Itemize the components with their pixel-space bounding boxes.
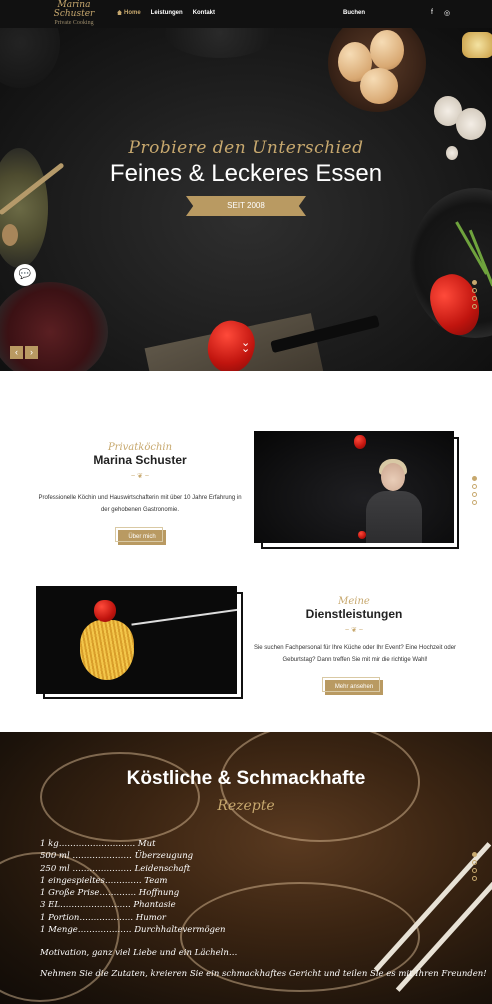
pan-decoration xyxy=(165,28,275,58)
ingredient-item: 1 Portion………………. Humor xyxy=(40,912,166,923)
chat-icon[interactable]: 💬 xyxy=(14,264,36,286)
slider-dot[interactable] xyxy=(472,304,477,309)
logo-line-2: Schuster xyxy=(53,9,95,19)
slider-prev-button[interactable]: ‹ xyxy=(10,346,23,359)
section-dot[interactable] xyxy=(472,860,477,865)
egg-bowl-decoration xyxy=(328,28,426,112)
recipe-closing: Nehmen Sie die Zutaten, kreieren Sie ein… xyxy=(40,969,487,979)
recipe-script-heading: Rezepte xyxy=(217,798,275,814)
services-text: Sie suchen Fachpersonal für Ihre Küche o… xyxy=(252,642,458,666)
ingredient-item: 3 EL……………………. Phantasie xyxy=(40,900,176,911)
pasta-decoration xyxy=(80,620,134,680)
services-title: Dienstleistungen xyxy=(305,607,403,621)
about-me-button[interactable]: Über mich xyxy=(115,527,166,545)
ingredient-list: 1 kg……………………… Mut 500 ml ………………… Überzeu… xyxy=(40,838,226,936)
section-dot[interactable] xyxy=(472,492,477,497)
egg xyxy=(360,68,398,104)
hero-title: Feines & Leckeres Essen xyxy=(109,160,383,187)
ingredient-item: 1 eingespieltes…………. Team xyxy=(40,875,168,886)
facebook-icon[interactable]: f xyxy=(431,9,433,16)
pan-decoration xyxy=(0,28,60,88)
top-navigation: Marina Schuster Private Cooking Home Lei… xyxy=(0,0,492,28)
pepper-decoration xyxy=(358,531,366,539)
menu-item-home[interactable]: Home xyxy=(117,10,141,16)
lemon-decoration xyxy=(462,32,492,58)
pasta-photo xyxy=(36,586,237,694)
slider-dot[interactable] xyxy=(472,296,477,301)
home-icon xyxy=(117,10,122,15)
section-dot[interactable] xyxy=(472,484,477,489)
fork-decoration xyxy=(131,608,237,626)
ingredient-item: 1 kg……………………… Mut xyxy=(40,839,156,849)
recipe-motto: Motivation, ganz viel Liebe und ein Läch… xyxy=(40,948,238,958)
ingredient-item: 1 Große Prise…………. Hoffnung xyxy=(40,888,180,899)
about-script-heading: Privatköchin xyxy=(107,442,173,453)
main-menu: Home Leistungen Kontakt xyxy=(117,10,215,16)
menu-item-leistungen[interactable]: Leistungen xyxy=(151,10,183,16)
instagram-icon[interactable]: ◎ xyxy=(444,9,450,17)
ornament-divider: ~ ❦ ~ xyxy=(131,473,149,480)
section-dot[interactable] xyxy=(472,868,477,873)
about-text: Professionelle Köchin und Hauswirtschaft… xyxy=(30,492,250,516)
chef-figure xyxy=(381,463,405,491)
slider-next-button[interactable]: › xyxy=(25,346,38,359)
ingredient-item: 250 ml ………………… Leidenschaft xyxy=(40,863,191,874)
services-text-line-2: Geburtstag? Dann treffen Sie mit mir die… xyxy=(282,657,428,663)
noodle-decoration xyxy=(40,752,200,842)
slider-dot[interactable] xyxy=(472,280,477,285)
ingredient-item: 500 ml ………………… Überzeugung xyxy=(40,851,194,862)
garlic-decoration xyxy=(456,108,486,140)
recipe-section: Köstliche & Schmackhafte Rezepte 1 kg………… xyxy=(0,732,492,1004)
about-text-line-1: Professionelle Köchin und Hauswirtschaft… xyxy=(38,495,242,501)
chef-figure xyxy=(366,491,422,543)
section-dot[interactable] xyxy=(472,476,477,481)
hero-script-heading: Probiere den Unterschied xyxy=(128,138,364,158)
section-dot[interactable] xyxy=(472,852,477,857)
ornament-divider: ~ ❦ ~ xyxy=(345,627,363,634)
section-dot[interactable] xyxy=(472,876,477,881)
slider-dot[interactable] xyxy=(472,288,477,293)
about-text-line-2: der gehobenen Gastronomie. xyxy=(100,507,180,513)
scroll-down-icon[interactable]: ⌄ ⌄ xyxy=(241,338,250,355)
recipe-title: Köstliche & Schmackhafte xyxy=(126,768,366,789)
services-text-line-1: Sie suchen Fachpersonal für Ihre Küche o… xyxy=(253,645,457,651)
hero-slider-dots xyxy=(472,280,477,309)
section-dot[interactable] xyxy=(472,500,477,505)
menu-item-home-label: Home xyxy=(124,10,141,16)
about-title: Marina Schuster xyxy=(93,453,187,467)
more-button[interactable]: Mehr ansehen xyxy=(322,677,383,695)
egg xyxy=(370,30,404,70)
section-dots xyxy=(472,476,477,505)
spoon-decoration xyxy=(2,224,18,246)
buchen-link[interactable]: Buchen xyxy=(343,10,365,16)
tomato-decoration xyxy=(94,600,116,622)
section-dots xyxy=(472,852,477,881)
pepper-decoration xyxy=(354,435,366,449)
hero-slider: Probiere den Unterschied Feines & Lecker… xyxy=(0,28,492,371)
logo-tagline: Private Cooking xyxy=(54,20,94,26)
ingredient-item: 1 Menge………………. Durchhaltevermögen xyxy=(40,925,226,936)
services-script-heading: Meine xyxy=(338,596,370,607)
menu-item-kontakt[interactable]: Kontakt xyxy=(193,10,215,16)
since-badge: SEIT 2008 xyxy=(186,196,306,216)
chef-photo xyxy=(254,431,454,543)
brand-logo[interactable]: Marina Schuster Private Cooking xyxy=(50,1,98,28)
